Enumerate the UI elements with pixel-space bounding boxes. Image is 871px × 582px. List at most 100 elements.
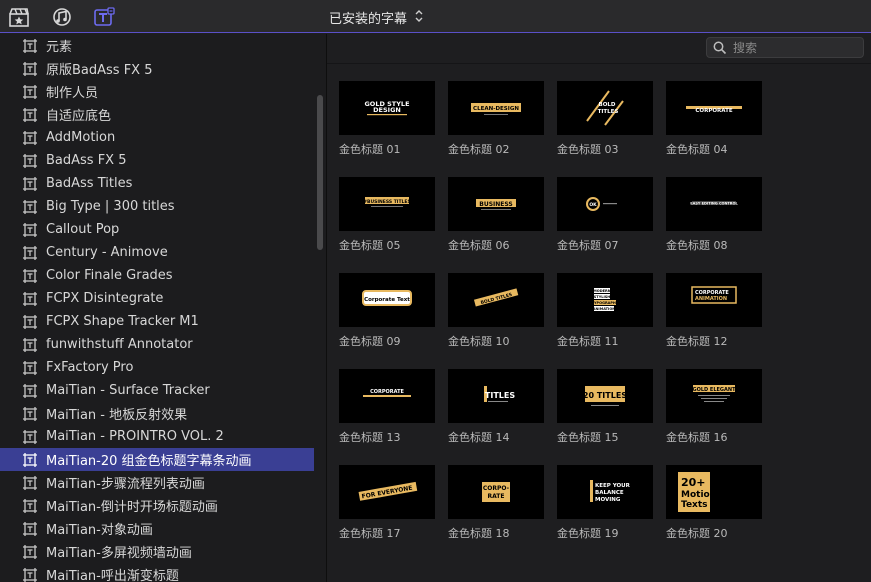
sidebar-item[interactable]: Color Finale Grades xyxy=(0,264,314,287)
sidebar-item[interactable]: FCPX Disintegrate xyxy=(0,287,314,310)
clapper-star-icon[interactable] xyxy=(8,7,30,27)
title-folder-icon xyxy=(22,245,38,261)
title-thumbnail[interactable]: 20 TITLES xyxy=(557,369,653,423)
sidebar-scrollbar-thumb[interactable] xyxy=(317,95,323,250)
svg-text:MOVING: MOVING xyxy=(595,497,621,503)
sidebar-item-label: Callout Pop xyxy=(46,222,120,237)
svg-text:MODERN: MODERN xyxy=(593,289,610,293)
title-thumbnail[interactable]: CLEAN-DESIGN xyxy=(448,81,544,135)
browser-toolbar: 已安装的字幕 xyxy=(0,0,871,33)
title-thumbnail[interactable]: TITLES xyxy=(448,369,544,423)
title-label: 金色标题 18 xyxy=(448,527,510,540)
sidebar-item[interactable]: funwithstuff Annotator xyxy=(0,333,314,356)
sidebar-item[interactable]: BadAss FX 5 xyxy=(0,149,314,172)
sidebar-item[interactable]: FCPX Shape Tracker M1 xyxy=(0,310,314,333)
svg-text:BALANCE: BALANCE xyxy=(595,490,624,496)
title-tile[interactable]: EASY EDITING CONTROL 金色标题 08 xyxy=(666,177,763,253)
title-tile[interactable]: FOR EVERYONE 金色标题 17 xyxy=(339,465,436,541)
title-thumbnail[interactable]: EASY EDITING CONTROL xyxy=(666,177,762,231)
sidebar-item[interactable]: MaiTian-多屏视频墙动画 xyxy=(0,540,314,563)
sidebar-item-label: Color Finale Grades xyxy=(46,268,173,283)
title-folder-icon xyxy=(22,498,38,514)
sidebar-item[interactable]: MaiTian-20 组金色标题字幕条动画 xyxy=(0,448,314,471)
search-input[interactable] xyxy=(733,39,859,57)
title-label: 金色标题 05 xyxy=(339,239,401,252)
title-thumbnail[interactable]: BOLD TITLES xyxy=(448,273,544,327)
sidebar-item[interactable]: Century - Animove xyxy=(0,241,314,264)
sidebar-item[interactable]: MaiTian-步骤流程列表动画 xyxy=(0,471,314,494)
title-thumbnail[interactable]: GOLD STYLE DESIGN xyxy=(339,81,435,135)
title-tile[interactable]: Corporate Text 金色标题 09 xyxy=(339,273,436,349)
chevron-updown-icon[interactable] xyxy=(414,9,424,23)
svg-text:CORPO-: CORPO- xyxy=(483,485,510,492)
title-label: 金色标题 14 xyxy=(448,431,510,444)
title-thumbnail[interactable]: OK xyxy=(557,177,653,231)
sidebar-item[interactable]: MaiTian-对象动画 xyxy=(0,517,314,540)
title-label: 金色标题 06 xyxy=(448,239,510,252)
title-thumbnail[interactable]: CORPORATE ANIMATION xyxy=(666,273,762,327)
divider xyxy=(327,63,871,64)
title-thumbnail[interactable]: CORPORATE xyxy=(339,369,435,423)
sidebar-item[interactable]: AddMotion xyxy=(0,126,314,149)
svg-text:CLEAN-DESIGN: CLEAN-DESIGN xyxy=(473,106,519,112)
svg-text:ANIMATION: ANIMATION xyxy=(593,307,616,311)
title-tile[interactable]: CORPORATE ANIMATION 金色标题 12 xyxy=(666,273,763,349)
title-thumbnail[interactable]: FOR EVERYONE xyxy=(339,465,435,519)
title-tile[interactable]: TITLES 金色标题 14 xyxy=(448,369,545,445)
title-tile[interactable]: 20+ Motion Texts 金色标题 20 xyxy=(666,465,763,541)
sidebar-item[interactable]: 制作人员 xyxy=(0,80,314,103)
browser-title[interactable]: 已安装的字幕 xyxy=(329,8,407,27)
title-folder-icon xyxy=(22,337,38,353)
sidebar-item-label: MaiTian-倒计时开场标题动画 xyxy=(46,500,218,515)
title-tile[interactable]: BUSINESS 金色标题 06 xyxy=(448,177,545,253)
title-tile[interactable]: CORPORATE 金色标题 13 xyxy=(339,369,436,445)
title-label: 金色标题 08 xyxy=(666,239,728,252)
title-tile[interactable]: #BUSINESS TITLES 金色标题 05 xyxy=(339,177,436,253)
sidebar-item[interactable]: Big Type | 300 titles xyxy=(0,195,314,218)
sidebar-item[interactable]: Callout Pop xyxy=(0,218,314,241)
title-tile[interactable]: BOLD TITLES 金色标题 03 xyxy=(557,81,654,157)
title-thumbnail[interactable]: BOLD TITLES xyxy=(557,81,653,135)
title-folder-icon xyxy=(22,130,38,146)
title-tile[interactable]: MODERN STYLISH TYPOGRAPHY ANIMATION 金色标题 11 xyxy=(557,273,654,349)
svg-text:STYLISH: STYLISH xyxy=(594,295,610,299)
sidebar-item[interactable]: 自适应底色 xyxy=(0,103,314,126)
title-tile[interactable]: OK 金色标题 07 xyxy=(557,177,654,253)
title-thumbnail[interactable]: KEEP YOUR BALANCE MOVING xyxy=(557,465,653,519)
title-thumbnail[interactable]: CORPO- RATE xyxy=(448,465,544,519)
svg-text:CORPORATE: CORPORATE xyxy=(370,389,404,395)
title-tile[interactable]: GOLD STYLE DESIGN 金色标题 01 xyxy=(339,81,436,157)
title-tile[interactable]: 20 TITLES 金色标题 15 xyxy=(557,369,654,445)
title-label: 金色标题 03 xyxy=(557,143,619,156)
sidebar-item[interactable]: MaiTian - 地板反射效果 xyxy=(0,402,314,425)
svg-text:Motion: Motion xyxy=(681,490,716,500)
titles-icon[interactable] xyxy=(93,7,115,27)
title-label: 金色标题 19 xyxy=(557,527,619,540)
sidebar-item[interactable]: MaiTian - Surface Tracker xyxy=(0,379,314,402)
sidebar-item[interactable]: MaiTian - PROINTRO VOL. 2 xyxy=(0,425,314,448)
svg-text:ANIMATION: ANIMATION xyxy=(695,296,727,302)
title-label: 金色标题 01 xyxy=(339,143,401,156)
title-thumbnail[interactable]: CORPORATE xyxy=(666,81,762,135)
title-tile[interactable]: CORPO- RATE 金色标题 18 xyxy=(448,465,545,541)
search-field[interactable] xyxy=(706,37,864,58)
sidebar-item[interactable]: 元素 xyxy=(0,34,314,57)
sidebar-item-label: BadAss Titles xyxy=(46,176,133,191)
sidebar-item[interactable]: FxFactory Pro xyxy=(0,356,314,379)
title-thumbnail[interactable]: #BUSINESS TITLES xyxy=(339,177,435,231)
sidebar-item[interactable]: MaiTian-倒计时开场标题动画 xyxy=(0,494,314,517)
title-tile[interactable]: GOLD ELEGANT 金色标题 16 xyxy=(666,369,763,445)
title-thumbnail[interactable]: BUSINESS xyxy=(448,177,544,231)
title-tile[interactable]: CORPORATE 金色标题 04 xyxy=(666,81,763,157)
sidebar-item[interactable]: 原版BadAss FX 5 xyxy=(0,57,314,80)
sidebar-item[interactable]: BadAss Titles xyxy=(0,172,314,195)
title-tile[interactable]: BOLD TITLES 金色标题 10 xyxy=(448,273,545,349)
sidebar-item[interactable]: MaiTian-呼出渐变标题 xyxy=(0,563,314,582)
title-thumbnail[interactable]: GOLD ELEGANT xyxy=(666,369,762,423)
title-thumbnail[interactable]: Corporate Text xyxy=(339,273,435,327)
title-tile[interactable]: CLEAN-DESIGN 金色标题 02 xyxy=(448,81,545,157)
music-notes-icon[interactable] xyxy=(51,7,73,27)
title-tile[interactable]: KEEP YOUR BALANCE MOVING 金色标题 19 xyxy=(557,465,654,541)
title-thumbnail[interactable]: 20+ Motion Texts xyxy=(666,465,762,519)
title-thumbnail[interactable]: MODERN STYLISH TYPOGRAPHY ANIMATION xyxy=(557,273,653,327)
